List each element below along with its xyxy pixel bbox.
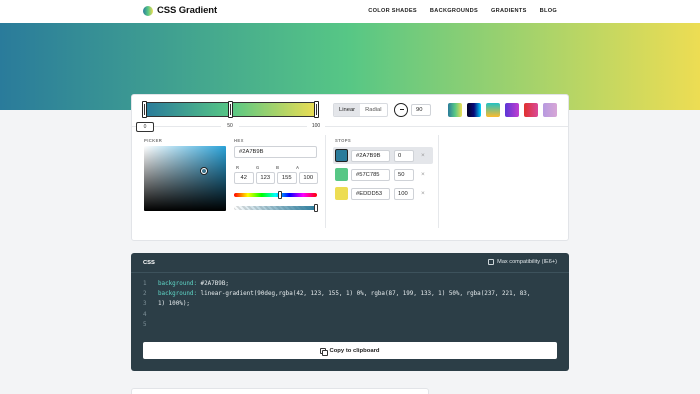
- g-label: G: [256, 165, 260, 170]
- g-input[interactable]: 123: [255, 172, 275, 184]
- css-property: background:: [158, 281, 198, 287]
- preset-navy[interactable]: [467, 103, 481, 117]
- rgba-inputs: 42 123 155 100: [234, 172, 318, 184]
- picker-label: PICKER: [144, 138, 163, 143]
- stop-hex-input[interactable]: #57C785: [351, 168, 390, 181]
- code-line: 3 1) 100%);: [143, 299, 530, 309]
- picker-cursor[interactable]: [201, 168, 207, 174]
- compat-toggle[interactable]: Max compatibility (IE6+): [488, 259, 557, 265]
- preset-purple[interactable]: [505, 103, 519, 117]
- stop-label-0[interactable]: 0: [136, 122, 154, 132]
- stop-handle-100[interactable]: [314, 101, 319, 118]
- hex-label: HEX: [234, 138, 244, 143]
- next-section-card: [131, 388, 429, 394]
- nav-gradients[interactable]: GRADIENTS: [491, 8, 527, 14]
- r-label: R: [236, 165, 240, 170]
- hex-input[interactable]: #2A7B9B: [234, 146, 317, 158]
- preset-swatches: [448, 103, 557, 117]
- stop-position-input[interactable]: 0: [394, 149, 414, 162]
- nav-blog[interactable]: BLOG: [540, 8, 557, 14]
- stop-label-100: 100: [307, 123, 325, 129]
- css-output-panel: CSS Max compatibility (IE6+) 1 background…: [131, 253, 569, 371]
- preset-lavender[interactable]: [543, 103, 557, 117]
- code-line: 2 background: linear-gradient(90deg,rgba(…: [143, 289, 530, 299]
- css-code-block: 1 background: #2A7B9B; 2 background: linea…: [143, 279, 530, 330]
- stop-handle-50[interactable]: [228, 101, 233, 118]
- compat-label[interactable]: Max compatibility (IE6+): [497, 259, 557, 265]
- a-label: A: [296, 165, 300, 170]
- stop-row[interactable]: #57C785 50 ×: [333, 166, 433, 183]
- logo[interactable]: CSS Gradient: [143, 5, 217, 16]
- type-radial-button[interactable]: Radial: [360, 104, 386, 116]
- code-line: 1 background: #2A7B9B;: [143, 279, 530, 289]
- stop-hex-input[interactable]: #EDDD53: [351, 187, 390, 200]
- top-navbar: CSS Gradient COLOR SHADES BACKGROUNDS GR…: [0, 0, 700, 23]
- preset-red-pink[interactable]: [524, 103, 538, 117]
- logo-text: CSS Gradient: [157, 5, 218, 16]
- stop-position-input[interactable]: 100: [394, 187, 414, 200]
- nav-backgrounds[interactable]: BACKGROUNDS: [430, 8, 478, 14]
- remove-stop-icon[interactable]: ×: [421, 171, 425, 178]
- code-line: 4: [143, 310, 530, 320]
- stop-swatch[interactable]: [335, 187, 348, 200]
- remove-stop-icon[interactable]: ×: [421, 190, 425, 197]
- css-value: 1) 100%);: [158, 301, 190, 308]
- copy-label: Copy to clipboard: [329, 347, 380, 354]
- angle-dial-icon[interactable]: [394, 103, 408, 117]
- css-output-header: CSS Max compatibility (IE6+): [131, 253, 569, 273]
- stop-hex-input[interactable]: #2A7B9B: [351, 149, 390, 162]
- type-linear-button[interactable]: Linear: [334, 104, 361, 116]
- angle-input[interactable]: 90: [411, 104, 431, 116]
- logo-icon: [143, 5, 153, 16]
- gradient-type-toggle: Linear Radial: [333, 103, 388, 117]
- a-input[interactable]: 100: [298, 172, 318, 184]
- b-label: B: [276, 165, 280, 170]
- stop-row[interactable]: #2A7B9B 0 ×: [333, 147, 433, 164]
- remove-stop-icon[interactable]: ×: [421, 152, 425, 159]
- stop-label-50: 50: [221, 123, 239, 129]
- main-nav: COLOR SHADES BACKGROUNDS GRADIENTS BLOG: [368, 8, 557, 14]
- alpha-slider-thumb[interactable]: [314, 204, 318, 212]
- copy-to-clipboard-button[interactable]: Copy to clipboard: [143, 342, 557, 359]
- code-line: 5: [143, 320, 530, 330]
- stop-row[interactable]: #EDDD53 100 ×: [333, 185, 433, 202]
- gradient-slider-row: Linear Radial 90: [132, 95, 568, 127]
- hue-slider[interactable]: [234, 193, 317, 197]
- css-value: linear-gradient(90deg,rgba(42, 123, 155,…: [197, 291, 531, 298]
- divider: [438, 135, 439, 228]
- alpha-slider[interactable]: [234, 206, 317, 210]
- line-number: 2: [143, 291, 147, 298]
- r-input[interactable]: 42: [234, 172, 254, 184]
- copy-icon: [320, 347, 329, 356]
- stop-position-input[interactable]: 50: [394, 168, 414, 181]
- nav-color-shades[interactable]: COLOR SHADES: [368, 8, 417, 14]
- compat-checkbox[interactable]: [488, 259, 495, 265]
- b-input[interactable]: 155: [277, 172, 297, 184]
- line-number: 3: [143, 301, 147, 308]
- preset-teal-green[interactable]: [448, 103, 462, 117]
- css-value: #2A7B9B;: [197, 281, 229, 287]
- stop-swatch[interactable]: [335, 168, 348, 181]
- line-number: 1: [143, 281, 147, 287]
- rgba-labels: R G B A: [236, 165, 299, 170]
- preset-green-yellow[interactable]: [486, 103, 500, 117]
- css-title: CSS: [143, 260, 155, 266]
- saturation-picker[interactable]: [144, 146, 226, 211]
- stops-label: STOPS: [335, 138, 352, 143]
- css-property: background:: [158, 291, 198, 298]
- hue-slider-thumb[interactable]: [278, 191, 282, 199]
- stop-handle-0[interactable]: [142, 101, 147, 118]
- stop-swatch[interactable]: [335, 149, 348, 162]
- divider: [325, 135, 326, 228]
- line-number: 5: [143, 321, 147, 328]
- gradient-editor-panel: Linear Radial 90 0 50 100 PICKER HEX #2A…: [131, 94, 569, 241]
- line-number: 4: [143, 311, 147, 318]
